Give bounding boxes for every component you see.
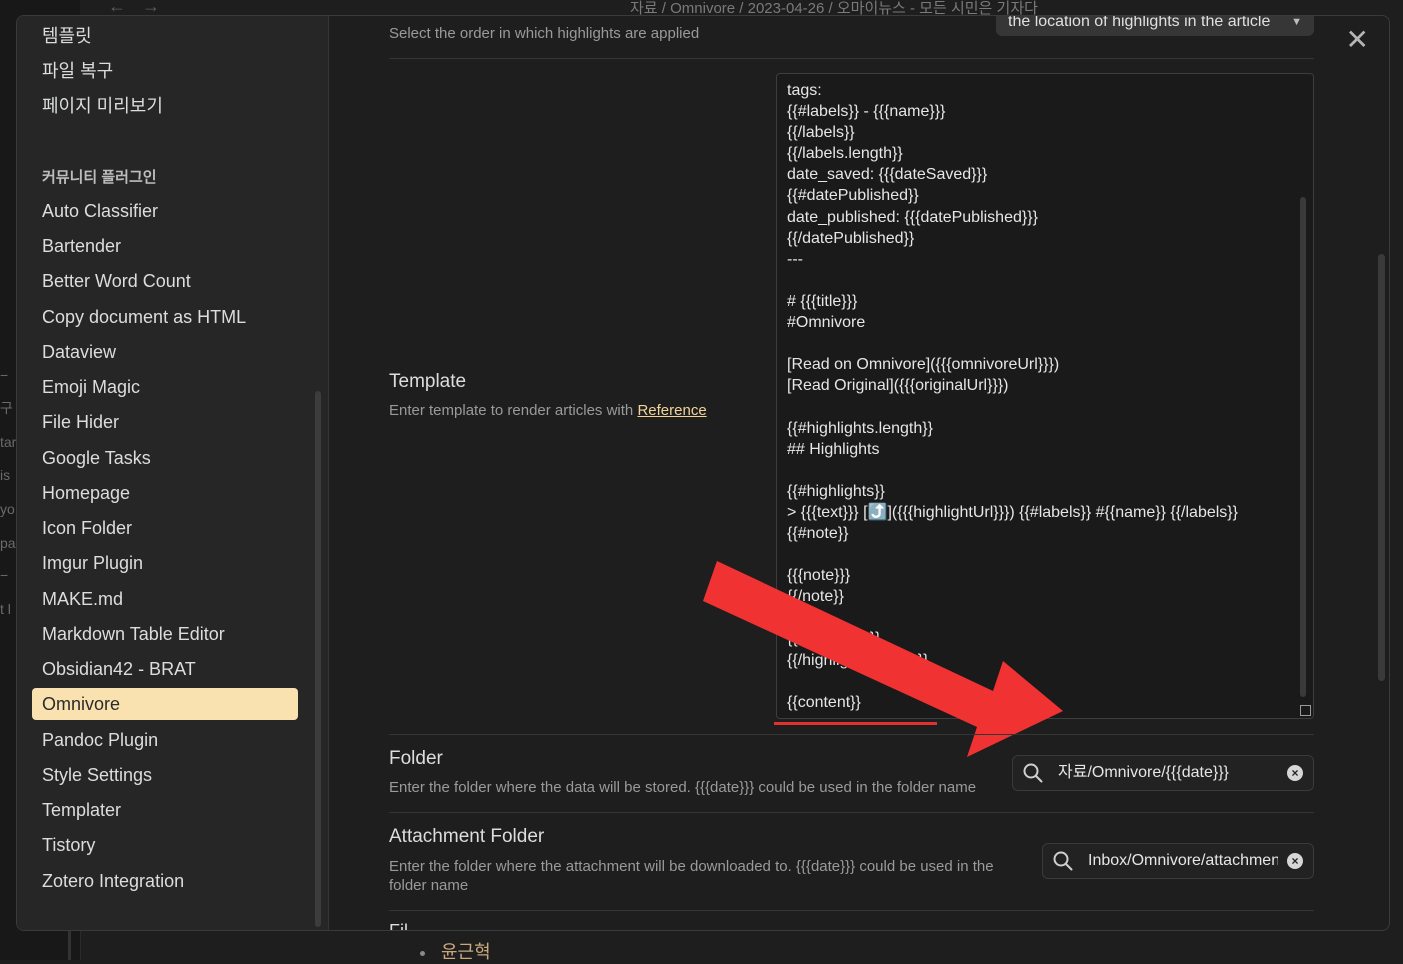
sidebar-item-file-hider[interactable]: File Hider: [32, 406, 298, 438]
background-text-fragment: tar: [0, 434, 17, 450]
search-icon: [1053, 851, 1073, 871]
template-line: [787, 270, 1238, 291]
sidebar-item-brat[interactable]: Obsidian42 - BRAT: [32, 653, 298, 685]
background-text-fragment: −: [0, 567, 9, 583]
attachment-folder-description: Enter the folder where the attachment wi…: [389, 858, 994, 894]
sidebar-item-pandoc-plugin[interactable]: Pandoc Plugin: [32, 724, 298, 756]
next-setting-name: Fil: [389, 921, 408, 930]
background-list-item: 윤근혁: [420, 938, 491, 964]
settings-content: ✕ Select the order in which highlights a…: [329, 16, 1389, 930]
sidebar-scrollbar[interactable]: [315, 391, 321, 927]
highlight-order-selected-value: the location of highlights in the articl…: [1008, 16, 1271, 30]
background-list-text: 윤근혁: [441, 942, 491, 962]
template-line: ---: [787, 250, 803, 268]
attachment-folder-input-value: Inbox/Omnivore/attachments: [1088, 852, 1278, 869]
sidebar-item-dataview[interactable]: Dataview: [32, 336, 298, 368]
template-line: [787, 333, 1238, 354]
template-line: {{/labels.length}}: [787, 145, 903, 163]
template-line: date_saved: {{{dateSaved}}}: [787, 166, 988, 184]
sidebar-item-google-tasks[interactable]: Google Tasks: [32, 442, 298, 474]
background-text-fragment: 구: [0, 400, 13, 416]
background-text-fragment: −: [0, 367, 9, 383]
sidebar-item-tistory[interactable]: Tistory: [32, 829, 298, 861]
sidebar-item-zotero-integration[interactable]: Zotero Integration: [32, 865, 298, 897]
template-line: {{#note}}: [787, 524, 849, 542]
content-scrollbar[interactable]: [1378, 254, 1385, 681]
template-line: # {{{title}}}: [787, 292, 858, 310]
template-line: ## Highlights: [787, 440, 880, 458]
settings-sidebar: 템플릿 파일 복구 페이지 미리보기 커뮤니티 플러그인 Auto Classi…: [17, 16, 329, 930]
template-line: {{/datePublished}}: [787, 229, 915, 247]
folder-setting-name: Folder: [389, 748, 443, 769]
template-line: {{#highlights.length}}: [787, 419, 933, 437]
highlight-order-description: Select the order in which highlights are…: [389, 25, 700, 42]
sidebar-item-bartender[interactable]: Bartender: [32, 230, 298, 262]
settings-modal: 템플릿 파일 복구 페이지 미리보기 커뮤니티 플러그인 Auto Classi…: [16, 15, 1390, 931]
divider: [389, 812, 1314, 813]
textarea-scrollbar[interactable]: [1300, 197, 1306, 697]
clear-icon[interactable]: ×: [1287, 853, 1303, 869]
background-divider: [68, 930, 71, 960]
template-line: {{#labels}} - {{{name}}}: [787, 103, 946, 121]
highlight-order-dropdown[interactable]: the location of highlights in the articl…: [996, 16, 1314, 36]
sidebar-item-page-preview[interactable]: 페이지 미리보기: [32, 90, 298, 122]
sidebar-item-templater[interactable]: Templater: [32, 794, 298, 826]
template-line: {{#highlights}}: [787, 482, 885, 500]
chevron-down-icon: ▼: [1291, 16, 1302, 28]
template-line: date_published: {{{datePublished}}}: [787, 208, 1038, 226]
sidebar-item-markdown-table-editor[interactable]: Markdown Table Editor: [32, 618, 298, 650]
sidebar-item-icon-folder[interactable]: Icon Folder: [32, 512, 298, 544]
divider: [389, 910, 1314, 911]
template-line: [Read Original]({{{originalUrl}}}): [787, 377, 1009, 395]
sidebar-item-auto-classifier[interactable]: Auto Classifier: [32, 195, 298, 227]
background-text-fragment: yo: [0, 501, 15, 517]
close-icon[interactable]: ✕: [1346, 26, 1369, 54]
resize-handle-icon[interactable]: [1300, 705, 1311, 716]
clear-icon[interactable]: ×: [1287, 765, 1303, 781]
template-line: [Read on Omnivore]({{{omnivoreUrl}}}): [787, 356, 1060, 374]
template-line: {{/labels}}: [787, 124, 855, 142]
sidebar-item-style-settings[interactable]: Style Settings: [32, 759, 298, 791]
background-text-fragment: t l: [0, 601, 11, 617]
sidebar-item-omnivore[interactable]: Omnivore: [32, 688, 298, 720]
template-line: tags:: [787, 82, 822, 99]
template-setting-name: Template: [389, 371, 467, 392]
attachment-folder-setting-name: Attachment Folder: [389, 826, 545, 847]
template-line: #Omnivore: [787, 314, 866, 332]
sidebar-item-file-recovery[interactable]: 파일 복구: [32, 55, 298, 87]
template-line: [787, 460, 1238, 481]
sidebar-heading-community-plugins: 커뮤니티 플러그인: [42, 169, 157, 186]
divider: [389, 734, 1314, 735]
sidebar-item-templates[interactable]: 템플릿: [32, 20, 298, 52]
background-text-fragment: is: [0, 467, 11, 483]
attachment-folder-input[interactable]: Inbox/Omnivore/attachments ×: [1042, 843, 1314, 879]
sidebar-item-emoji-magic[interactable]: Emoji Magic: [32, 371, 298, 403]
sidebar-item-imgur-plugin[interactable]: Imgur Plugin: [32, 547, 298, 579]
sidebar-item-make-md[interactable]: MAKE.md: [32, 583, 298, 615]
divider: [389, 58, 1314, 59]
folder-input-value: 자료/Omnivore/{{{date}}}: [1058, 764, 1229, 781]
template-line: [787, 396, 1238, 417]
sidebar-item-homepage[interactable]: Homepage: [32, 477, 298, 509]
template-setting-description: Enter template to render articles with R…: [389, 401, 759, 420]
template-line: {{#datePublished}}: [787, 187, 919, 205]
bullet-icon: [420, 950, 425, 956]
sidebar-item-better-word-count[interactable]: Better Word Count: [32, 265, 298, 297]
folder-input[interactable]: 자료/Omnivore/{{{date}}} ×: [1012, 755, 1314, 791]
template-line: > {{{text}}} [⤴️]({{{highlightUrl}}}) {{…: [787, 503, 1238, 521]
template-description-text: Enter template to render articles with: [389, 402, 638, 419]
annotation-arrow-icon: [703, 561, 1063, 757]
search-icon: [1023, 763, 1043, 783]
reference-link[interactable]: Reference: [637, 402, 706, 419]
sidebar-item-copy-document-as-html[interactable]: Copy document as HTML: [32, 301, 298, 333]
folder-setting-description: Enter the folder where the data will be …: [389, 779, 977, 796]
